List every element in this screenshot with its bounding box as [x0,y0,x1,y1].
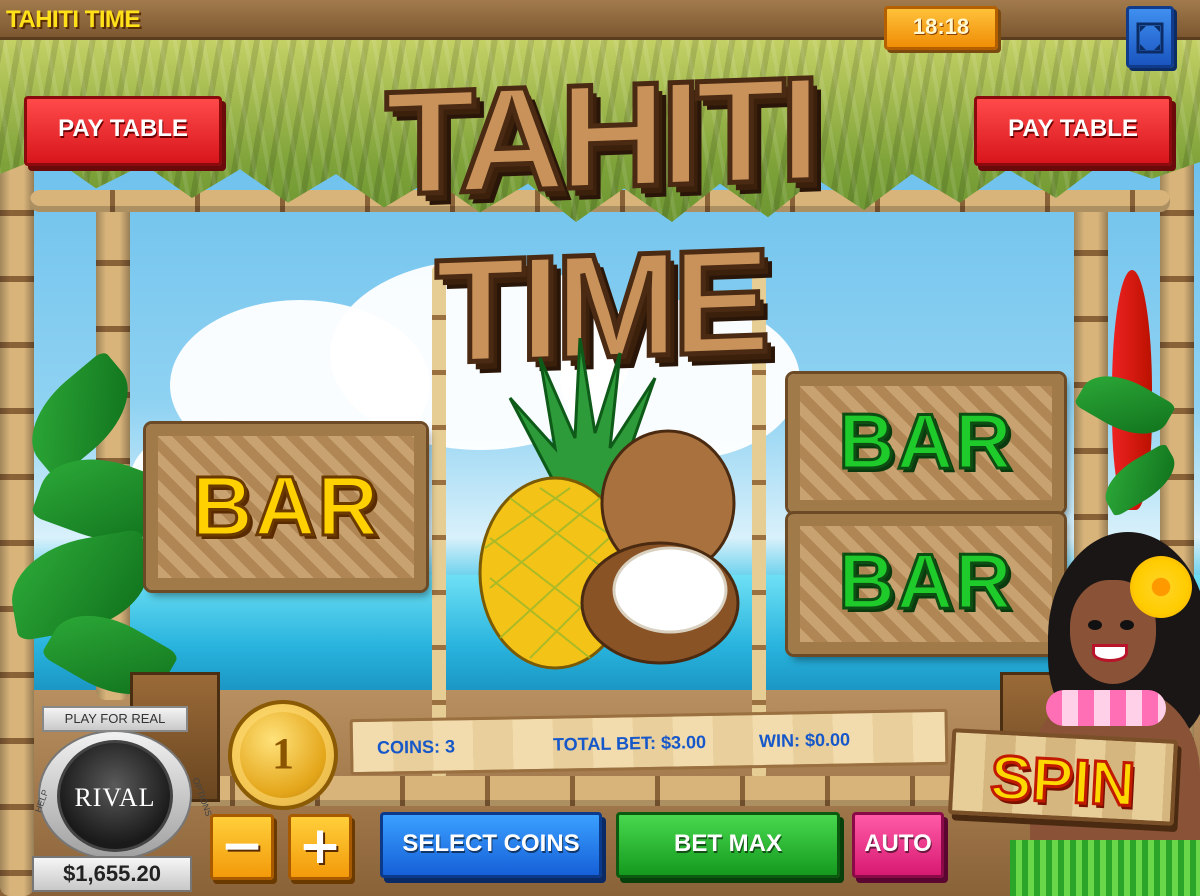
spin-label: SPIN [987,742,1138,821]
game-logo: TAHITI TIME [300,30,900,397]
coin-value-indicator: 1 [228,700,338,810]
auto-spin-button[interactable]: AUTO [852,812,944,878]
decrease-coins-button[interactable]: − [210,814,274,880]
fullscreen-icon [1136,22,1164,54]
total-bet-readout: TOTAL BET: $3.00 [552,732,707,755]
eye [1120,620,1134,630]
bar-symbol: BAR [191,458,380,555]
bet-max-button[interactable]: BET MAX [616,812,840,878]
game-name: TAHITI TIME [6,6,141,33]
game-stage: TAHITI TIME 18:18 TAHITI TIME PAY TABLE … [0,0,1200,896]
increase-coins-button[interactable]: + [288,814,352,880]
reel-3-symbol-top: BAR [788,374,1064,512]
bar-symbol: BAR [837,396,1014,487]
reel-1-symbol: BAR [146,424,426,590]
pay-table-button-right[interactable]: PAY TABLE [974,96,1172,166]
rival-logo: RIVAL [57,740,173,852]
eye [1088,620,1102,630]
clock: 18:18 [884,6,998,50]
lei [1046,690,1166,726]
pay-table-button-left[interactable]: PAY TABLE [24,96,222,166]
balance-display: $1,655.20 [32,856,192,892]
reel-3-symbol-bottom: BAR [788,514,1064,654]
coins-readout: COINS: 3 [376,736,456,758]
play-for-real-button[interactable]: PLAY FOR REAL [42,706,188,732]
coin-value: 1 [272,729,294,778]
win-readout: WIN: $0.00 [758,729,851,752]
bar-symbol: BAR [837,536,1014,627]
select-coins-button[interactable]: SELECT COINS [380,812,602,878]
smile [1092,644,1128,662]
grass-skirt [1010,840,1200,896]
bet-info-bar: COINS: 3 TOTAL BET: $3.00 WIN: $0.00 [349,708,949,776]
bamboo-post-left [0,150,34,896]
fullscreen-button[interactable] [1126,6,1174,68]
pineapple-coconut-symbol [478,338,740,670]
hibiscus-flower [1130,556,1192,618]
rival-logo-text: RIVAL [74,783,156,812]
spin-button[interactable]: SPIN [947,728,1179,826]
